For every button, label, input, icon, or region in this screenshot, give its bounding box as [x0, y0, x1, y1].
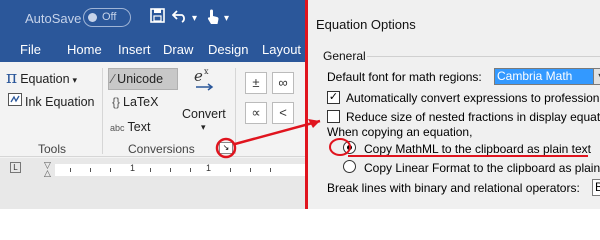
word-window: AutoSave Off ▾ ▾ File Home Insert Draw D… [0, 0, 310, 209]
auto-convert-label[interactable]: Automatically convert expressions to pro… [346, 91, 600, 105]
toggle-knob [88, 13, 97, 22]
hanging-indent-icon[interactable]: △ [44, 168, 51, 179]
ruler-tick [70, 168, 71, 172]
copy-mathml-radio[interactable] [343, 141, 356, 154]
tab-insert[interactable]: Insert [118, 42, 151, 57]
default-font-label: Default font for math regions: [327, 70, 482, 84]
autosave-label: AutoSave [25, 11, 82, 26]
convert-label[interactable]: Convert [182, 107, 226, 121]
customize-qat-icon[interactable]: ▾ [224, 13, 229, 24]
ruler-tick [170, 168, 171, 172]
latex-label: LaTeX [123, 95, 159, 109]
copy-linear-radio[interactable] [343, 160, 356, 173]
title-bar: AutoSave Off ▾ ▾ [0, 0, 310, 36]
copy-linear-label[interactable]: Copy Linear Format to the clipboard as p… [364, 161, 600, 175]
symbol-less-than[interactable]: < [272, 102, 294, 124]
save-icon[interactable] [150, 8, 165, 28]
text-label: Text [127, 120, 151, 134]
pi-icon: π [6, 68, 18, 88]
ribbon-tabs: File Home Insert Draw Design Layout [0, 36, 310, 62]
slash-icon: ⁄ [112, 71, 115, 86]
conversions-dialog-launcher-icon[interactable]: ↘ [219, 142, 233, 154]
equation-button[interactable]: π Equation ▾ [6, 68, 77, 88]
convert-chevron-icon[interactable]: ▾ [201, 122, 206, 133]
copy-mathml-label[interactable]: Copy MathML to the clipboard as plain te… [364, 142, 591, 156]
autosave-toggle[interactable]: Off [83, 8, 131, 27]
svg-text:x: x [204, 67, 209, 76]
ruler-strip [55, 164, 310, 176]
equation-label: Equation [20, 72, 70, 86]
reduce-size-label[interactable]: Reduce size of nested fractions in displ… [346, 110, 600, 124]
touch-mode-icon[interactable] [206, 8, 220, 30]
ruler-tick [150, 168, 151, 172]
break-lines-label: Break lines with binary and relational o… [327, 181, 580, 195]
auto-convert-checkbox[interactable]: ✓ [327, 91, 340, 104]
equation-options-dialog: Equation Options General Default font fo… [305, 0, 600, 209]
unicode-label: Unicode [117, 72, 164, 86]
autosave-state: Off [102, 11, 117, 23]
ribbon: π Equation ▾ Ink Equation Tools ⁄ Unicode {… [0, 62, 310, 157]
ruler-number: 1 [206, 163, 212, 173]
symbol-plus-minus[interactable]: ± [245, 72, 267, 94]
ink-equation-icon [8, 93, 22, 109]
symbol-proportional[interactable]: ∝ [245, 102, 267, 124]
group-separator [235, 68, 236, 154]
default-font-value: Cambria Math [497, 69, 573, 83]
ruler-tick [110, 168, 111, 172]
abc-icon: abc [110, 123, 125, 133]
svg-text:e: e [194, 67, 203, 85]
ruler-tick [230, 168, 231, 172]
break-lines-value: Be [595, 180, 600, 194]
tab-layout[interactable]: Layout [262, 42, 301, 57]
dialog-title: Equation Options [316, 17, 416, 32]
ruler-tick [250, 168, 251, 172]
default-font-select[interactable]: Cambria Math ▼ [494, 68, 600, 85]
ruler-number: 1 [130, 163, 136, 173]
symbol-infinity[interactable]: ∞ [272, 72, 294, 94]
latex-option[interactable]: {} LaTeX [112, 95, 158, 109]
break-lines-select[interactable]: Be [592, 179, 600, 196]
ruler-tick [270, 168, 271, 172]
chevron-down-icon[interactable]: ▼ [593, 68, 600, 85]
ruler: L ▽ △ 1 1 [0, 158, 310, 209]
tab-file[interactable]: File [20, 42, 41, 57]
general-section-label: General [323, 49, 366, 63]
undo-dropdown-icon[interactable]: ▾ [192, 13, 197, 24]
conversions-group-label: Conversions [128, 142, 195, 156]
ink-equation-label: Ink Equation [25, 95, 95, 109]
text-option[interactable]: abc Text [110, 120, 150, 134]
section-divider [367, 56, 600, 57]
radio-selected-dot [347, 145, 352, 150]
group-separator [102, 68, 103, 154]
ruler-tick [190, 168, 191, 172]
ruler-tick [90, 168, 91, 172]
tab-selector-icon[interactable]: L [10, 162, 21, 173]
unicode-option[interactable]: ⁄ Unicode [112, 71, 163, 86]
tab-home[interactable]: Home [67, 42, 102, 57]
checkmark-icon: ✓ [328, 91, 339, 103]
tab-design[interactable]: Design [208, 42, 248, 57]
braces-icon: {} [112, 95, 121, 109]
tab-draw[interactable]: Draw [163, 42, 193, 57]
reduce-size-checkbox[interactable] [327, 110, 340, 123]
tools-group-label: Tools [38, 142, 67, 156]
ink-equation-button[interactable]: Ink Equation [8, 93, 95, 109]
undo-icon[interactable] [171, 8, 188, 28]
chevron-down-icon: ▾ [72, 75, 78, 85]
copying-label: When copying an equation, [327, 125, 473, 139]
convert-icon[interactable]: ex [192, 66, 218, 95]
